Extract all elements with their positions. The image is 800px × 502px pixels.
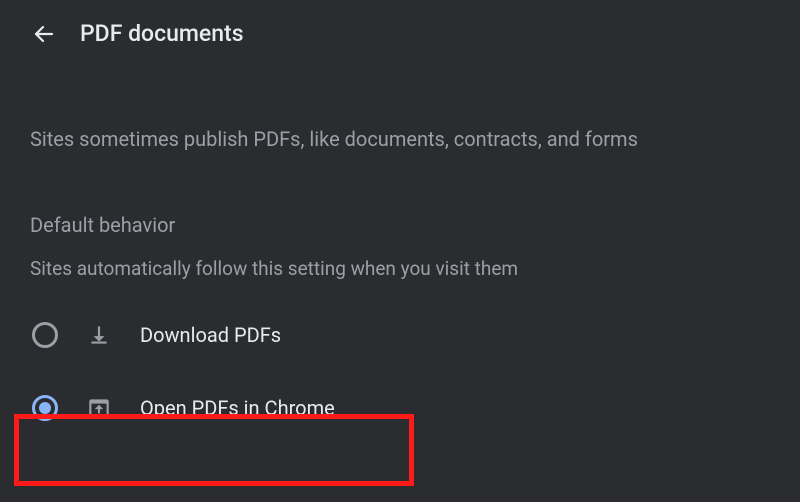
back-button[interactable] [32, 22, 56, 46]
option-download-pdfs[interactable]: Download PDFs [30, 308, 770, 362]
content: Sites sometimes publish PDFs, like docum… [0, 125, 800, 435]
section-heading: Default behavior [30, 213, 770, 237]
option-open-label: Open PDFs in Chrome [140, 396, 335, 420]
radio-unselected-icon [32, 322, 58, 348]
header: PDF documents [0, 0, 800, 57]
page-description: Sites sometimes publish PDFs, like docum… [30, 125, 770, 153]
open-in-browser-icon [86, 395, 112, 421]
download-icon [86, 322, 112, 348]
option-download-label: Download PDFs [140, 323, 281, 347]
section-subtext: Sites automatically follow this setting … [30, 257, 770, 280]
page-title: PDF documents [80, 20, 244, 47]
option-open-in-chrome[interactable]: Open PDFs in Chrome [30, 381, 770, 435]
radio-selected-icon [32, 395, 58, 421]
arrow-left-icon [32, 22, 56, 46]
